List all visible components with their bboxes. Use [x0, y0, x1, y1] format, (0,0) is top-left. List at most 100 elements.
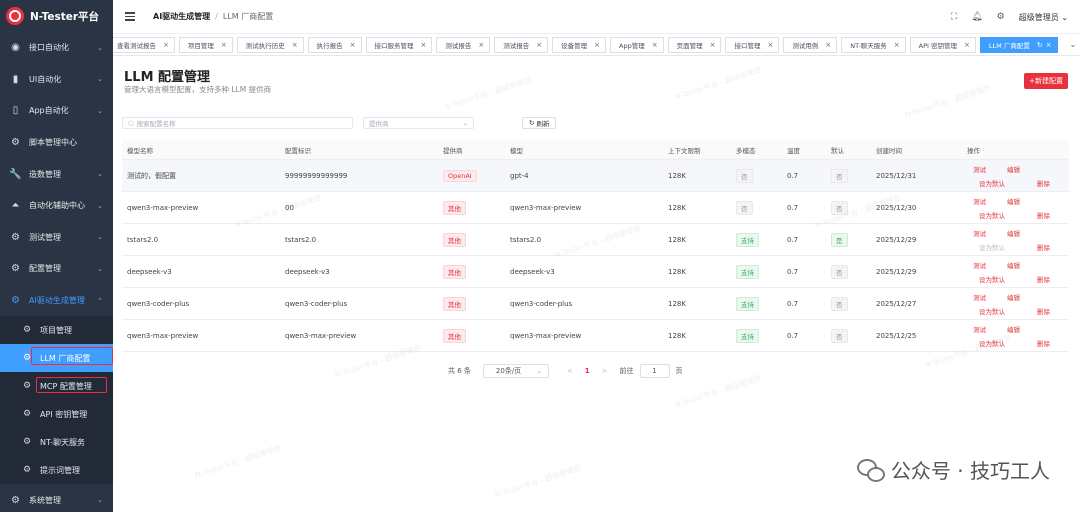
sidebar-item-ui-automation[interactable]: ▮ UI自动化 ⌄ — [0, 64, 113, 96]
refresh-button[interactable]: ↻ 刷新 — [522, 117, 557, 129]
gear-icon[interactable]: ⚙ — [997, 12, 1005, 22]
delete-button[interactable]: 删除 — [1037, 242, 1057, 252]
close-icon[interactable]: × — [1046, 41, 1052, 49]
close-icon[interactable]: × — [594, 41, 600, 49]
sidebar-item-ai-gen[interactable]: ⚙ AI驱动生成管理 ⌃ — [0, 285, 113, 317]
tab-page[interactable]: 页面管理 × — [667, 36, 722, 53]
prev-page-button[interactable]: < — [567, 367, 573, 375]
gear-icon: ⚙ — [22, 465, 32, 476]
edit-button[interactable]: 编辑 — [1007, 260, 1037, 270]
tab-api[interactable]: 接口管理 × — [725, 36, 780, 53]
tab-chat[interactable]: NT-聊天服务 × — [841, 36, 906, 53]
search-input[interactable]: ○ 搜索配置名称 — [122, 117, 353, 129]
sidebar-item-app-automation[interactable]: ▯ App自动化 ⌄ — [0, 95, 113, 127]
close-icon[interactable]: × — [536, 41, 542, 49]
set-default-button[interactable]: 设为默认 — [973, 306, 1007, 316]
table-row[interactable]: qwen3-max-preview 00 其他 qwen3-max-previe… — [122, 192, 1069, 224]
user-menu[interactable]: 超级管理员 ⌄ — [1019, 12, 1068, 23]
sidebar-item-config-mgmt[interactable]: ⚙ 配置管理 ⌄ — [0, 253, 113, 285]
sidebar-item-data-gen[interactable]: 🔧 造数管理 ⌄ — [0, 158, 113, 190]
refresh-icon[interactable]: ↻ — [1037, 41, 1043, 49]
test-button[interactable]: 测试 — [973, 292, 1007, 302]
close-icon[interactable]: × — [767, 41, 773, 49]
tab-exec-report[interactable]: 执行报告 × — [307, 36, 362, 53]
sidebar-subitem-llm[interactable]: ⚙ LLM 厂商配置 — [0, 344, 113, 373]
set-default-button[interactable]: 设为默认 — [973, 338, 1007, 348]
set-default-button[interactable]: 设为默认 — [973, 178, 1007, 188]
next-page-button[interactable]: > — [602, 367, 608, 375]
table-row[interactable]: qwen3-max-preview qwen3-max-preview 其他 q… — [122, 320, 1069, 352]
test-button[interactable]: 测试 — [973, 228, 1007, 238]
close-icon[interactable]: × — [825, 41, 831, 49]
delete-button[interactable]: 删除 — [1037, 178, 1057, 188]
chevron-down-icon[interactable]: ⌄ — [1070, 40, 1077, 49]
test-button[interactable]: 测试 — [973, 164, 1007, 174]
edit-button[interactable]: 编辑 — [1007, 292, 1037, 302]
chevron-down-icon: ⌄ — [97, 43, 103, 52]
tab-testcase[interactable]: 测试用例 × — [783, 36, 838, 53]
table-row[interactable]: tstars2.0 tstars2.0 其他 tstars2.0 128K 支持… — [122, 224, 1069, 256]
delete-button[interactable]: 删除 — [1037, 338, 1057, 348]
chevron-down-icon: ⌄ — [97, 106, 103, 115]
tab-test-report-2[interactable]: 测试报告 × — [494, 36, 549, 53]
breadcrumb-parent[interactable]: AI驱动生成管理 — [153, 12, 210, 21]
set-default-button[interactable]: 设为默认 — [973, 274, 1007, 284]
bell-icon[interactable]: 🔔︎ — [971, 12, 982, 22]
menu-toggle-icon[interactable] — [125, 12, 135, 21]
config-table: 模型名称 配置标识 提供商 模型 上下文限制 多模态 温度 默认 创建时间 操作… — [122, 140, 1069, 352]
delete-button[interactable]: 删除 — [1037, 274, 1057, 284]
edit-button[interactable]: 编辑 — [1007, 164, 1037, 174]
edit-button[interactable]: 编辑 — [1007, 324, 1037, 334]
tab-exec-history[interactable]: 测试执行历史 × — [236, 36, 304, 53]
close-icon[interactable]: × — [163, 41, 169, 49]
pagination-total: 共 6 条 — [448, 367, 471, 375]
tab-api-key[interactable]: API 密钥管理 × — [909, 36, 976, 53]
fullscreen-icon[interactable]: ⛶ — [951, 12, 957, 22]
edit-button[interactable]: 编辑 — [1007, 196, 1037, 206]
tab-device[interactable]: 设备管理 × — [552, 36, 606, 53]
sidebar-subitem-prompt[interactable]: ⚙ 提示词管理 — [0, 456, 113, 484]
test-button[interactable]: 测试 — [973, 196, 1007, 206]
close-icon[interactable]: × — [421, 41, 427, 49]
close-icon[interactable]: × — [478, 41, 484, 49]
tab-api-service[interactable]: 接口服务管理 × — [365, 36, 433, 53]
table-row[interactable]: 测试的，假配置 99999999999999 OpenAI gpt-4 128K… — [122, 160, 1069, 192]
brand[interactable]: N-Tester平台 — [0, 0, 113, 32]
sidebar-item-automation-aid[interactable]: ⏶ 自动化辅助中心 ⌄ — [0, 190, 113, 222]
set-default-button[interactable]: 设为默认 — [973, 210, 1007, 220]
brand-logo-icon — [6, 7, 24, 25]
close-icon[interactable]: × — [221, 41, 227, 49]
close-icon[interactable]: × — [710, 41, 716, 49]
close-icon[interactable]: × — [652, 41, 658, 49]
table-row[interactable]: deepseek-v3 deepseek-v3 其他 deepseek-v3 1… — [122, 256, 1069, 288]
close-icon[interactable]: × — [292, 41, 298, 49]
delete-button[interactable]: 删除 — [1037, 306, 1057, 316]
sidebar-subitem-mcp[interactable]: ⚙ MCP 配置管理 — [0, 372, 113, 400]
tab-view-report[interactable]: 查看测试报告 × — [113, 36, 175, 53]
table-row[interactable]: qwen3-coder-plus qwen3-coder-plus 其他 qwe… — [122, 288, 1069, 320]
page-number-1[interactable]: 1 — [585, 367, 590, 375]
sidebar-item-api-automation[interactable]: ◉ 接口自动化 ⌄ — [0, 32, 113, 64]
page-size-select[interactable]: 20条/页 ⌄ — [482, 364, 549, 378]
edit-button[interactable]: 编辑 — [1007, 228, 1037, 238]
test-button[interactable]: 测试 — [973, 260, 1007, 270]
close-icon[interactable]: × — [350, 41, 356, 49]
sidebar-item-test-mgmt[interactable]: ⚙ 测试管理 ⌄ — [0, 222, 113, 254]
tab-project[interactable]: 项目管理 × — [178, 36, 233, 53]
sidebar-subitem-api-key[interactable]: ⚙ API 密钥管理 — [0, 400, 113, 428]
sidebar-item-script-center[interactable]: ⚙ 脚本管理中心 — [0, 127, 113, 159]
new-config-button[interactable]: +新建配置 — [1024, 73, 1068, 89]
goto-page-input[interactable]: 1 — [639, 364, 670, 378]
tab-app[interactable]: App管理 × — [610, 36, 664, 53]
close-icon[interactable]: × — [964, 41, 970, 49]
provider-tag: OpenAI — [443, 169, 477, 182]
sidebar-subitem-chat[interactable]: ⚙ NT-聊天服务 — [0, 428, 113, 456]
tab-test-report[interactable]: 测试报告 × — [436, 36, 491, 53]
test-button[interactable]: 测试 — [973, 324, 1007, 334]
delete-button[interactable]: 删除 — [1037, 210, 1057, 220]
sidebar-subitem-project[interactable]: ⚙ 项目管理 — [0, 316, 113, 344]
provider-select[interactable]: 提供商 ⌄ — [363, 117, 474, 129]
close-icon[interactable]: × — [894, 41, 900, 49]
tab-llm[interactable]: LLM 厂商配置 ↻ × — [979, 36, 1058, 53]
sidebar-item-system[interactable]: ⚙ 系统管理 ⌄ — [0, 484, 113, 512]
